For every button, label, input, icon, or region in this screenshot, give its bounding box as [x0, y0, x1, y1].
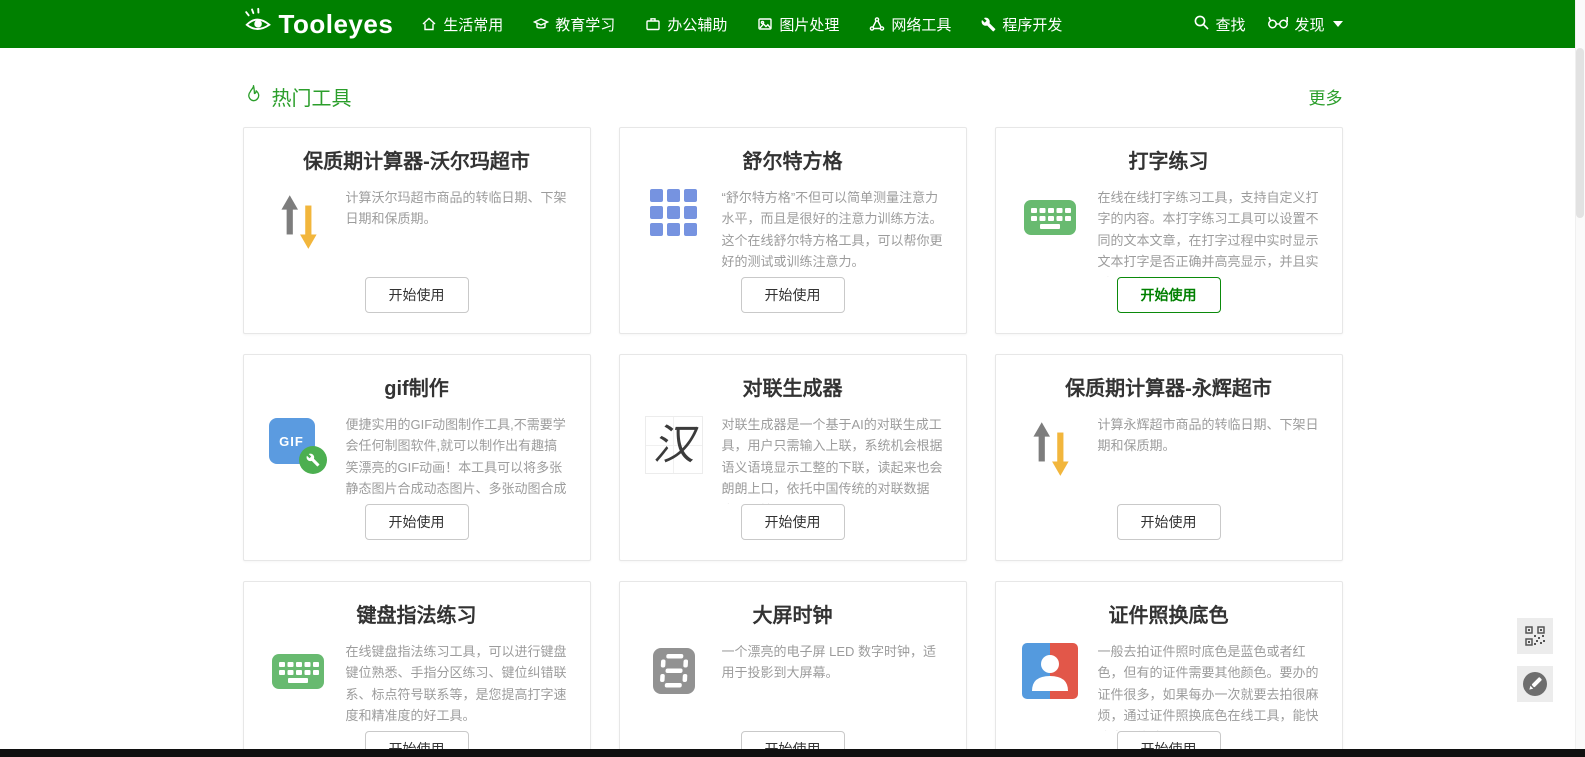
- tool-title: 保质期计算器-沃尔玛超市: [266, 150, 568, 174]
- tool-card: 证件照换底色 一般去拍证件照时底色是蓝色或者红色，但有的证件需要其他颜色。要办的…: [995, 581, 1343, 757]
- tool-card: 保质期计算器-沃尔玛超市 计算沃尔玛超市商品的转临日期、下架日期和保质期。 开始…: [243, 127, 591, 334]
- bottom-edge-strip: [0, 749, 1585, 757]
- search-button[interactable]: 查找: [1193, 14, 1245, 35]
- nav-item-office[interactable]: 办公辅助: [645, 14, 727, 35]
- scrollbar-track[interactable]: [1575, 0, 1585, 757]
- graduation-icon: [533, 16, 549, 32]
- start-using-button[interactable]: 开始使用: [365, 504, 469, 540]
- keyboard-icon: [266, 641, 330, 699]
- tool-description: “舒尔特方格”不但可以简单测量注意力水平，而且是很好的注意力训练方法。这个在线舒…: [722, 187, 944, 273]
- tool-card: gif制作 GIF 便捷实用的GIF动图制作工具,不需要学会任何制图软件,就可以…: [243, 354, 591, 561]
- network-icon: [869, 16, 885, 32]
- scrollbar-thumb[interactable]: [1576, 48, 1584, 218]
- tool-grid: 保质期计算器-沃尔玛超市 计算沃尔玛超市商品的转临日期、下架日期和保质期。 开始…: [243, 127, 1343, 757]
- tool-description: 计算沃尔玛超市商品的转临日期、下架日期和保质期。: [346, 187, 568, 230]
- discover-label: 发现: [1294, 14, 1324, 35]
- tool-card: 保质期计算器-永辉超市 计算永辉超市商品的转临日期、下架日期和保质期。 开始使用: [995, 354, 1343, 561]
- site-logo[interactable]: Tooleyes: [243, 6, 394, 43]
- fire-icon: [243, 83, 264, 110]
- qr-code-icon: [1525, 626, 1545, 646]
- schulte-grid-icon: [642, 187, 706, 236]
- tool-title: gif制作: [266, 377, 568, 401]
- keyboard-icon: [1018, 187, 1082, 245]
- home-icon: [421, 16, 437, 32]
- nav-item-dev[interactable]: 程序开发: [981, 14, 1062, 35]
- section-header: 热门工具 更多: [243, 82, 1343, 111]
- tool-title: 舒尔特方格: [642, 150, 944, 174]
- nav-label: 生活常用: [443, 14, 503, 35]
- tool-description: 在线键盘指法练习工具，可以进行键盘键位熟悉、手指分区练习、键位纠错联系、标点符号…: [346, 641, 568, 727]
- nav-label: 办公辅助: [667, 14, 727, 35]
- section-title-text: 热门工具: [272, 82, 352, 111]
- briefcase-icon: [645, 16, 661, 32]
- nav-label: 教育学习: [555, 14, 615, 35]
- pencil-icon: [1522, 671, 1548, 697]
- nav-item-network[interactable]: 网络工具: [869, 14, 951, 35]
- tool-description: 对联生成器是一个基于AI的对联生成工具，用户只需输入上联，系统机会根据语义语境显…: [722, 414, 944, 504]
- start-using-button[interactable]: 开始使用: [741, 504, 845, 540]
- search-icon: [1193, 14, 1210, 35]
- tool-title: 对联生成器: [642, 377, 944, 401]
- tool-card: 键盘指法练习 在线键盘指法练习工具，可以进行键盘键位熟悉、手指分区练习、键位纠错…: [243, 581, 591, 757]
- tool-title: 键盘指法练习: [266, 604, 568, 628]
- floating-sidebar: [1517, 618, 1553, 702]
- nav-label: 网络工具: [891, 14, 951, 35]
- logo-text: Tooleyes: [279, 9, 394, 40]
- wrench-badge-icon: [299, 446, 327, 474]
- start-using-button[interactable]: 开始使用: [741, 277, 845, 313]
- nav-item-education[interactable]: 教育学习: [533, 14, 615, 35]
- hanzi-char: 汉: [652, 424, 694, 466]
- tool-title: 保质期计算器-永辉超市: [1018, 377, 1320, 401]
- tool-card: 舒尔特方格 “舒尔特方格”不但可以简单测量注意力水平，而且是很好的注意力训练方法…: [619, 127, 967, 334]
- tool-title: 证件照换底色: [1018, 604, 1320, 628]
- main-nav: 生活常用 教育学习 办公辅助: [421, 14, 1062, 35]
- feedback-button[interactable]: [1517, 666, 1553, 702]
- discover-menu[interactable]: 发现: [1267, 14, 1342, 35]
- more-link[interactable]: 更多: [1309, 84, 1343, 109]
- chevron-down-icon: [1333, 21, 1343, 27]
- nav-label: 图片处理: [779, 14, 839, 35]
- nav-item-daily-life[interactable]: 生活常用: [421, 14, 503, 35]
- seven-segment-icon: [642, 641, 706, 699]
- updown-arrows-icon: [1018, 414, 1082, 478]
- start-using-button[interactable]: 开始使用: [365, 277, 469, 313]
- top-navbar: Tooleyes 生活常用 教育学习: [0, 0, 1585, 48]
- tool-title: 大屏时钟: [642, 604, 944, 628]
- tool-description: 一般去拍证件照时底色是蓝色或者红色，但有的证件需要其他颜色。要办的证件很多，如果…: [1098, 641, 1320, 731]
- start-using-button[interactable]: 开始使用: [1117, 277, 1221, 313]
- tool-description: 一个漂亮的电子屏 LED 数字时钟，适用于投影到大屏幕。: [722, 641, 944, 684]
- tool-description: 便捷实用的GIF动图制作工具,不需要学会任何制图软件,就可以制作出有趣搞笑漂亮的…: [346, 414, 568, 504]
- tool-description: 计算永辉超市商品的转临日期、下架日期和保质期。: [1098, 414, 1320, 457]
- hot-tools-title: 热门工具: [243, 82, 352, 111]
- wrench-icon: [981, 17, 996, 32]
- tool-card: 对联生成器 汉 对联生成器是一个基于AI的对联生成工具，用户只需输入上联，系统机…: [619, 354, 967, 561]
- tool-card: 打字练习 在线在线打字练习工具，支持自定义打字的内容。本打字练习工具可以设置不同…: [995, 127, 1343, 334]
- tool-title: 打字练习: [1018, 150, 1320, 174]
- nav-item-image[interactable]: 图片处理: [757, 14, 839, 35]
- updown-arrows-icon: [266, 187, 330, 251]
- image-icon: [757, 16, 773, 32]
- nav-label: 程序开发: [1002, 14, 1062, 35]
- search-label: 查找: [1215, 14, 1245, 35]
- qr-code-button[interactable]: [1517, 618, 1553, 654]
- gif-maker-icon: GIF: [266, 414, 330, 474]
- eye-logo-icon: [243, 6, 275, 43]
- hanzi-icon: 汉: [642, 414, 706, 474]
- glasses-icon: [1267, 15, 1289, 34]
- tool-card: 大屏时钟: [619, 581, 967, 757]
- id-photo-icon: [1018, 641, 1082, 699]
- tool-description: 在线在线打字练习工具，支持自定义打字的内容。本打字练习工具可以设置不同的文本文章…: [1098, 187, 1320, 277]
- start-using-button[interactable]: 开始使用: [1117, 504, 1221, 540]
